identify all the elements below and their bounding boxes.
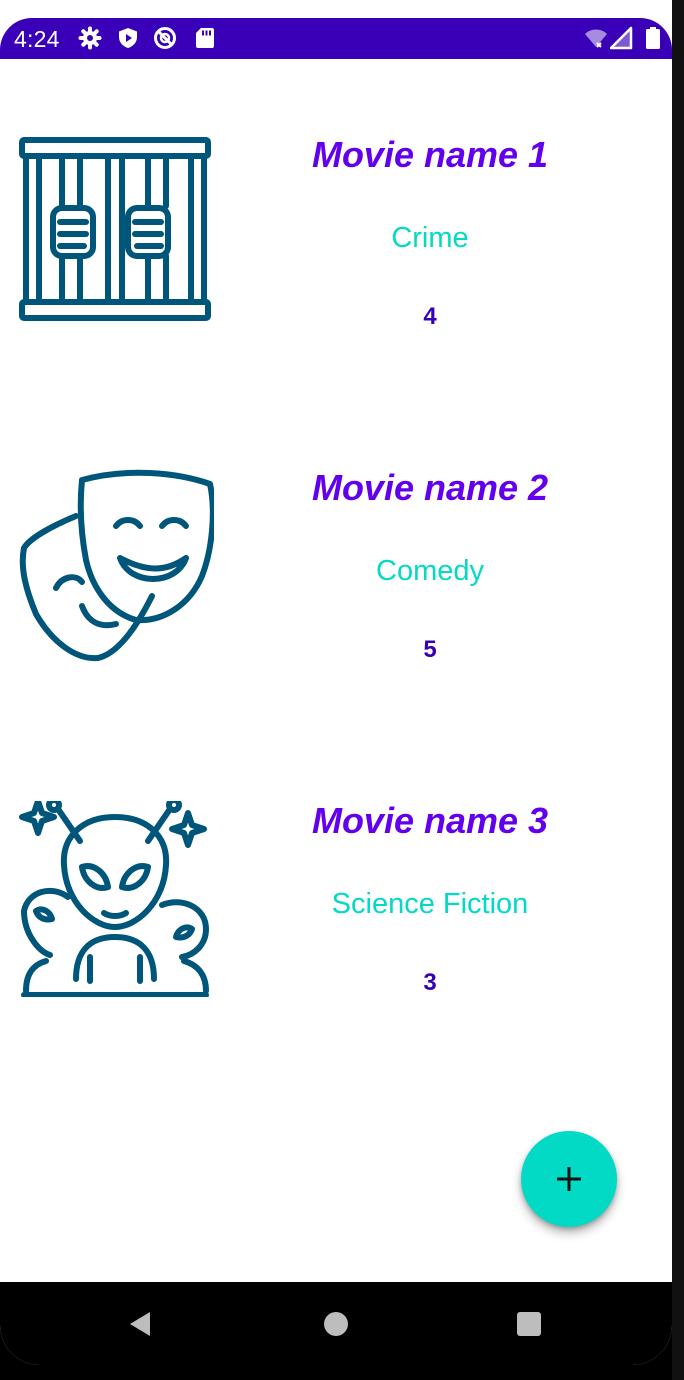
movie-list-item[interactable]: Movie name 3 Science Fiction 3 bbox=[0, 725, 672, 1025]
shield-play-icon bbox=[119, 28, 137, 48]
vpn-icon bbox=[154, 27, 176, 49]
add-movie-fab[interactable] bbox=[521, 1131, 617, 1227]
signal-icon bbox=[610, 26, 633, 50]
movie-list-item[interactable]: Movie name 2 Comedy 5 bbox=[0, 392, 672, 692]
status-bar: 4:24 bbox=[0, 18, 672, 59]
wifi-icon bbox=[585, 29, 607, 48]
navigation-bar bbox=[0, 1282, 672, 1365]
movie-genre: Crime bbox=[391, 222, 469, 254]
movie-genre: Comedy bbox=[376, 555, 484, 587]
prison-bars-icon bbox=[19, 137, 211, 321]
aliens-icon bbox=[19, 801, 209, 997]
movie-rating: 4 bbox=[423, 303, 437, 330]
back-icon[interactable] bbox=[126, 1310, 154, 1338]
phone-screen: 4:24 Movie name 1 Crime 4 Movie name 2 C… bbox=[0, 0, 672, 1365]
recents-icon[interactable] bbox=[515, 1310, 543, 1338]
movie-title: Movie name 3 bbox=[311, 800, 549, 841]
screen-edge bbox=[672, 0, 684, 1380]
movie-title: Movie name 2 bbox=[311, 467, 549, 508]
movie-list-item[interactable]: Movie name 1 Crime 4 bbox=[0, 59, 672, 359]
plus-icon bbox=[557, 1167, 581, 1191]
movie-genre: Science Fiction bbox=[331, 888, 529, 920]
movie-title: Movie name 1 bbox=[311, 134, 549, 175]
battery-icon bbox=[646, 27, 660, 49]
gear-icon bbox=[78, 26, 102, 50]
sd-card-icon bbox=[196, 28, 214, 48]
status-time: 4:24 bbox=[14, 26, 60, 52]
movie-rating: 3 bbox=[423, 969, 437, 996]
home-icon[interactable] bbox=[322, 1310, 350, 1338]
theater-masks-icon bbox=[19, 469, 214, 662]
movie-rating: 5 bbox=[423, 636, 437, 663]
